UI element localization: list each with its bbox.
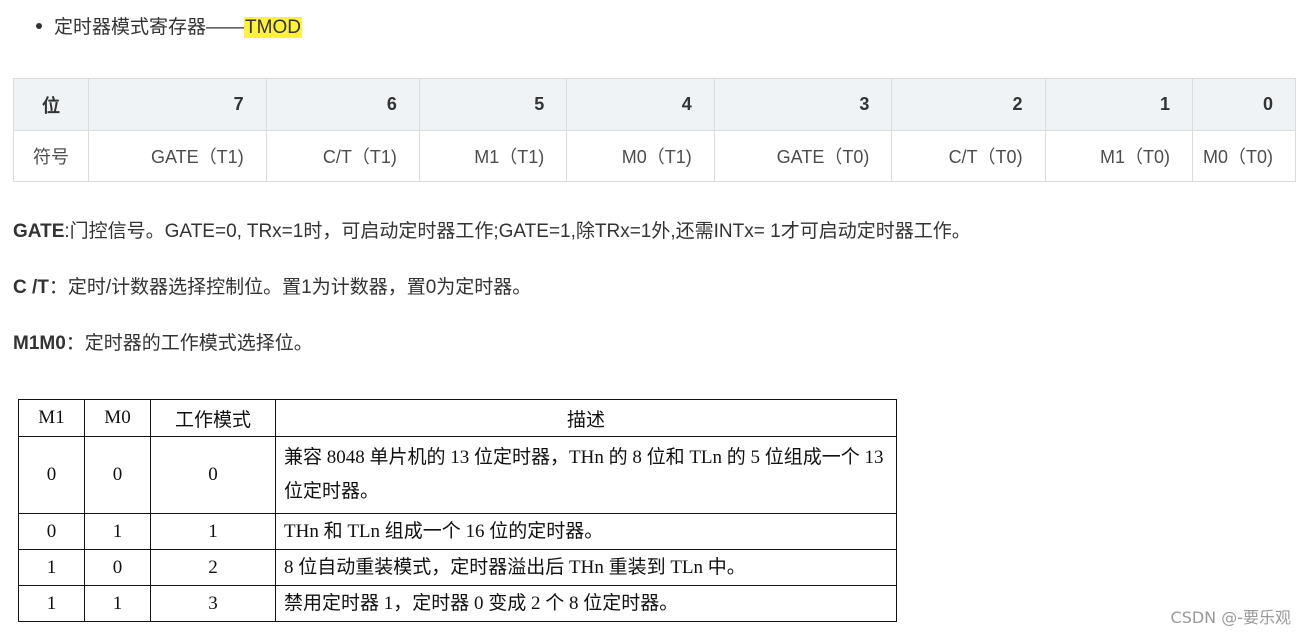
table-cell: 0: [18, 436, 85, 514]
table-header-cell: 0: [1191, 78, 1297, 131]
table-cell: 0: [84, 436, 151, 514]
term-label: C /T: [13, 277, 49, 298]
table-cell: 0: [150, 436, 276, 514]
table-header-cell: 7: [88, 78, 267, 131]
table-cell: 符号: [12, 130, 90, 182]
table-header-cell: 4: [566, 78, 715, 131]
table-header-cell: M0: [84, 399, 151, 437]
table-cell: M1（T1): [418, 130, 568, 182]
table-cell: 兼容 8048 单片机的 13 位定时器，THn 的 8 位和 TLn 的 5 …: [275, 436, 897, 514]
table-row: 1 0 2 8 位自动重装模式，定时器溢出后 THn 重装到 TLn 中。: [18, 549, 897, 586]
table-cell: 1: [150, 513, 276, 550]
term-label: GATE: [13, 221, 65, 242]
term-text: ：定时器的工作模式选择位。: [65, 333, 313, 354]
term-label: M1M0: [13, 333, 66, 354]
term-text: :门控信号。GATE=0, TRx=1时，可启动定时器工作;GATE=1,除TR…: [64, 221, 971, 242]
table-cell: 1: [18, 549, 85, 586]
table-header-cell: 1: [1044, 78, 1193, 131]
table-header-row: M1 M0 工作模式 描述: [18, 399, 897, 437]
table-cell: 1: [18, 585, 85, 622]
table-cell: GATE（T1): [88, 130, 267, 182]
table-cell: C/T（T0): [891, 130, 1046, 182]
table-cell: 1: [84, 513, 151, 550]
gate-description: GATE:门控信号。GATE=0, TRx=1时，可启动定时器工作;GATE=1…: [13, 218, 971, 246]
table-cell: 禁用定时器 1，定时器 0 变成 2 个 8 位定时器。: [275, 585, 897, 622]
ct-description: C /T：定时/计数器选择控制位。置1为计数器，置0为定时器。: [13, 274, 531, 302]
table-header-row: 位 7 6 5 4 3 2 1 0: [12, 78, 1297, 131]
table-cell: 8 位自动重装模式，定时器溢出后 THn 重装到 TLn 中。: [275, 549, 897, 586]
table-cell: 0: [18, 513, 85, 550]
table-header-cell: M1: [18, 399, 85, 437]
table-header-cell: 描述: [275, 399, 897, 437]
term-text: ：定时/计数器选择控制位。置1为计数器，置0为定时器。: [48, 277, 532, 298]
table-header-cell: 工作模式: [150, 399, 276, 437]
table-cell: C/T（T1): [265, 130, 420, 182]
bullet-dot-icon: [36, 22, 42, 29]
table-cell: 0: [84, 549, 151, 586]
bullet-text: 定时器模式寄存器——: [54, 17, 245, 38]
table-cell: 2: [150, 549, 276, 586]
table-row: 0 0 0 兼容 8048 单片机的 13 位定时器，THn 的 8 位和 TL…: [18, 436, 897, 514]
table-cell: M1（T0): [1044, 130, 1193, 182]
table-cell: 3: [150, 585, 276, 622]
table-cell: M0（T1): [566, 130, 715, 182]
highlighted-term: TMOD: [244, 17, 302, 38]
table-header-cell: 6: [265, 78, 420, 131]
mode-table: M1 M0 工作模式 描述 0 0 0 兼容 8048 单片机的 13 位定时器…: [18, 399, 897, 622]
tmod-bit-table: 位 7 6 5 4 3 2 1 0 符号 GATE（T1) C/T（T1) M1…: [12, 78, 1297, 182]
table-header-cell: 位: [12, 78, 90, 131]
table-cell: 1: [84, 585, 151, 622]
table-row: 1 1 3 禁用定时器 1，定时器 0 变成 2 个 8 位定时器。: [18, 585, 897, 622]
table-header-cell: 2: [891, 78, 1046, 131]
table-cell: GATE（T0): [713, 130, 893, 182]
table-row: 0 1 1 THn 和 TLn 组成一个 16 位的定时器。: [18, 513, 897, 550]
table-header-cell: 5: [418, 78, 568, 131]
csdn-watermark: CSDN @-要乐观: [1170, 608, 1291, 627]
m1m0-description: M1M0：定时器的工作模式选择位。: [13, 330, 313, 358]
table-row: 符号 GATE（T1) C/T（T1) M1（T1) M0（T1) GATE（T…: [12, 130, 1297, 182]
table-cell: M0（T0): [1191, 130, 1297, 182]
bullet-item: 定时器模式寄存器——TMOD: [36, 14, 302, 42]
table-header-cell: 3: [713, 78, 893, 131]
table-cell: THn 和 TLn 组成一个 16 位的定时器。: [275, 513, 897, 550]
